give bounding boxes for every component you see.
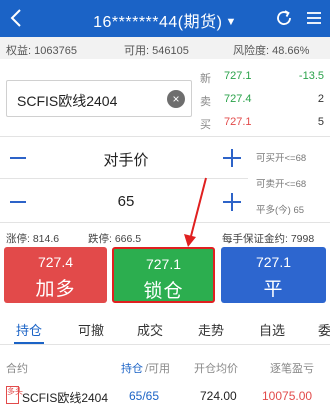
add-long-button[interactable]: 727.4 加多 [4,247,107,303]
refresh-icon[interactable] [274,8,294,28]
quote-panel: 新 727.1 -13.5 卖 727.4 2 买 727.1 5 [200,65,326,134]
quote-row-bid[interactable]: 买 727.1 5 [200,111,326,134]
tab-watchlist[interactable]: 自选 [259,320,285,339]
tab-orders[interactable]: 委 [318,320,330,339]
lock-price: 727.1 [145,256,182,272]
table-row[interactable]: 多头 SCFIS欧线2404 65/65 724.00 10075.00 [0,382,330,407]
quote-volume: 2 [317,93,324,105]
header-avg-price: 开仓均价 [194,363,238,375]
quote-price: 727.1 [224,70,252,82]
tab-positions[interactable]: 持仓 [16,320,42,339]
price-stepper: 对手价 [0,139,248,177]
lock-label: 锁仓 [143,281,184,302]
available-text: 可用: 546105 [124,45,189,57]
header-position[interactable]: 持仓 [121,360,143,376]
quote-label: 卖 [200,96,211,108]
quote-price: 727.1 [224,116,252,128]
price-limits: 涨停: 814.6 跌停: 666.5 每手保证金约: 7998 [0,229,330,245]
title-bar: 16*******44(期货) ▼ [0,0,330,37]
tab-bar: 持仓 可撤 成交 走势 自选 委 [0,311,330,345]
lock-position-button[interactable]: 727.1 锁仓 [112,247,215,303]
quote-label: 买 [200,119,211,131]
quote-row-ask[interactable]: 卖 727.4 2 [200,88,326,111]
row-pnl: 10075.00 [262,389,313,403]
divider [0,136,330,137]
quote-label: 新 [200,73,211,85]
quote-volume: 5 [317,116,324,128]
clear-icon[interactable]: × [167,90,185,108]
active-tab-indicator [14,342,44,344]
add-long-label: 加多 [35,279,76,300]
limit-up-text: 涨停: 814.6 [6,233,60,245]
header-pnl: 逐笔盈亏 [270,363,314,375]
qty-minus-button[interactable] [8,191,30,213]
limit-down-text: 跌停: 666.5 [88,233,142,245]
price-value[interactable]: 对手价 [40,149,212,170]
account-summary: 权益: 1063765 可用: 546105 风险度: 48.66% [0,37,330,59]
annotation-arrow-icon [184,177,207,247]
close-position-button[interactable]: 727.1 平 [221,247,326,303]
close-price: 727.1 [255,254,292,270]
margin-text: 每手保证金约: 7998 [222,233,315,245]
price-minus-button[interactable] [8,147,30,169]
table-header: 合约 持仓 /可用 开仓均价 逐笔盈亏 [0,346,330,382]
price-plus-button[interactable] [221,147,243,169]
dropdown-caret-icon: ▼ [225,16,237,28]
quote-change: -13.5 [298,70,324,82]
row-avg-price: 724.00 [200,389,237,403]
risk-text: 风险度: 48.66% [233,45,310,57]
quote-row-last: 新 727.1 -13.5 [200,65,326,88]
quantity-stepper: 65 [0,183,248,221]
header-contract: 合约 [6,363,28,375]
buy-open-limit: 可买开<=68 [256,153,307,164]
qty-plus-button[interactable] [221,191,243,213]
account-title: 16*******44(期货) [93,14,223,31]
add-long-price: 727.4 [37,254,74,270]
close-today-qty: 平多(今) 65 [256,205,305,216]
quote-price: 727.4 [224,93,252,105]
close-label: 平 [263,279,284,300]
header-available: /可用 [145,363,171,375]
divider [0,222,330,223]
tab-cancelable[interactable]: 可撤 [78,320,104,339]
row-position: 65/65 [129,389,160,403]
equity-text: 权益: 1063765 [6,45,77,57]
row-contract: SCFIS欧线2404 [22,391,109,405]
divider [0,178,248,179]
symbol-value: SCFIS欧线2404 [17,93,118,109]
sell-open-limit: 可卖开<=68 [256,179,307,190]
symbol-input[interactable]: SCFIS欧线2404 × [6,80,192,117]
tab-trend[interactable]: 走势 [198,320,224,339]
menu-icon[interactable] [304,8,324,28]
long-badge: 多头 [6,386,23,404]
tab-trades[interactable]: 成交 [137,320,163,339]
